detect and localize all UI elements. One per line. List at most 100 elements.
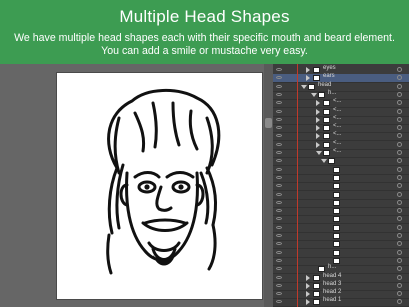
- disclosure-triangle-icon[interactable]: [316, 116, 320, 123]
- target-circle-icon[interactable]: [397, 183, 402, 189]
- layer-label: head: [318, 81, 332, 88]
- target-circle-icon[interactable]: [397, 191, 402, 197]
- layer-thumbnail: [333, 166, 340, 173]
- target-circle-icon[interactable]: [397, 91, 402, 97]
- target-circle-icon[interactable]: [397, 291, 402, 297]
- eye-icon[interactable]: [276, 133, 282, 138]
- disclosure-triangle-icon[interactable]: [306, 291, 310, 298]
- target-circle-icon[interactable]: [397, 100, 402, 106]
- eye-icon[interactable]: [276, 283, 282, 288]
- layer-thumbnail: [333, 249, 340, 256]
- layer-label: ears: [323, 73, 335, 80]
- target-circle-icon[interactable]: [397, 133, 402, 139]
- canvas-workspace[interactable]: [0, 64, 270, 307]
- eye-icon[interactable]: [276, 233, 282, 238]
- eye-icon[interactable]: [276, 241, 282, 246]
- eye-icon[interactable]: [276, 125, 282, 130]
- eye-icon[interactable]: [276, 200, 282, 205]
- eye-icon[interactable]: [276, 266, 282, 271]
- disclosure-triangle-icon[interactable]: [301, 84, 307, 89]
- disclosure-triangle-icon[interactable]: [306, 299, 310, 306]
- target-circle-icon[interactable]: [397, 299, 402, 305]
- layer-label: head 1: [323, 297, 342, 304]
- layer-thumbnail: [333, 199, 340, 206]
- eye-icon[interactable]: [276, 158, 282, 163]
- target-circle-icon[interactable]: [397, 266, 402, 272]
- layer-thumbnail: [333, 183, 340, 190]
- eye-icon[interactable]: [276, 250, 282, 255]
- disclosure-triangle-icon[interactable]: [316, 133, 320, 140]
- eye-icon[interactable]: [276, 117, 282, 122]
- eye-icon[interactable]: [276, 216, 282, 221]
- layer-label: head 3: [323, 280, 342, 287]
- target-circle-icon[interactable]: [397, 83, 402, 89]
- eye-icon[interactable]: [276, 150, 282, 155]
- disclosure-triangle-icon[interactable]: [321, 159, 327, 164]
- layer-thumbnail: [333, 224, 340, 231]
- layer-thumbnail: [313, 67, 320, 73]
- target-circle-icon[interactable]: [397, 216, 402, 222]
- eye-icon[interactable]: [276, 275, 282, 280]
- layer-label: h...: [328, 89, 337, 96]
- eye-icon[interactable]: [276, 167, 282, 172]
- eye-icon[interactable]: [276, 175, 282, 180]
- disclosure-triangle-icon[interactable]: [306, 282, 310, 289]
- disclosure-triangle-icon[interactable]: [306, 274, 310, 281]
- eye-icon[interactable]: [276, 291, 282, 296]
- disclosure-triangle-icon[interactable]: [316, 151, 322, 155]
- layer-thumbnail: [333, 216, 340, 223]
- target-circle-icon[interactable]: [397, 125, 402, 131]
- eye-icon[interactable]: [276, 183, 282, 188]
- eye-icon[interactable]: [276, 142, 282, 147]
- disclosure-triangle-icon[interactable]: [311, 92, 317, 97]
- layer-thumbnail: [328, 158, 335, 165]
- scrollbar-thumb[interactable]: [265, 118, 272, 128]
- disclosure-triangle-icon[interactable]: [316, 100, 320, 107]
- eye-icon[interactable]: [276, 75, 282, 80]
- disclosure-triangle-icon[interactable]: [316, 141, 320, 148]
- target-circle-icon[interactable]: [397, 174, 402, 180]
- target-circle-icon[interactable]: [397, 249, 402, 255]
- target-circle-icon[interactable]: [397, 241, 402, 247]
- disclosure-triangle-icon[interactable]: [306, 75, 310, 82]
- target-circle-icon[interactable]: [397, 199, 402, 205]
- layer-label: h...: [328, 264, 337, 271]
- eye-icon[interactable]: [276, 208, 282, 213]
- target-circle-icon[interactable]: [397, 233, 402, 238]
- eye-icon[interactable]: [276, 109, 282, 114]
- target-circle-icon[interactable]: [397, 257, 402, 263]
- target-circle-icon[interactable]: [397, 158, 402, 164]
- target-circle-icon[interactable]: [397, 274, 402, 280]
- target-circle-icon[interactable]: [397, 116, 402, 122]
- caricature-head-illustration[interactable]: [57, 73, 262, 299]
- eye-icon[interactable]: [276, 67, 282, 72]
- disclosure-triangle-icon[interactable]: [316, 125, 320, 132]
- layer-label: <...: [333, 139, 342, 146]
- disclosure-triangle-icon[interactable]: [306, 67, 310, 73]
- target-circle-icon[interactable]: [397, 75, 402, 81]
- eye-icon[interactable]: [276, 100, 282, 105]
- eye-icon[interactable]: [276, 299, 282, 304]
- target-circle-icon[interactable]: [397, 282, 402, 288]
- layer-row[interactable]: head 1: [273, 297, 409, 307]
- eye-icon[interactable]: [276, 92, 282, 97]
- eye-icon[interactable]: [276, 258, 282, 263]
- eye-icon[interactable]: [276, 84, 282, 89]
- eye-icon[interactable]: [276, 192, 282, 197]
- target-circle-icon[interactable]: [397, 108, 402, 114]
- disclosure-triangle-icon[interactable]: [316, 108, 320, 115]
- target-circle-icon[interactable]: [397, 224, 402, 230]
- banner-title: Multiple Head Shapes: [119, 7, 290, 26]
- target-circle-icon[interactable]: [397, 208, 402, 214]
- target-circle-icon[interactable]: [397, 150, 402, 155]
- layers-panel[interactable]: eyes ears head h... <... <... <... <... <... <...…: [273, 64, 409, 307]
- canvas-vertical-scrollbar[interactable]: [264, 64, 273, 307]
- target-circle-icon[interactable]: [397, 166, 402, 172]
- target-circle-icon[interactable]: [397, 141, 402, 147]
- layer-thumbnail: [313, 282, 320, 289]
- target-circle-icon[interactable]: [397, 67, 402, 72]
- layer-thumbnail: [318, 91, 325, 98]
- layer-label: <...: [333, 131, 342, 138]
- eye-icon[interactable]: [276, 225, 282, 230]
- artboard[interactable]: [57, 73, 262, 299]
